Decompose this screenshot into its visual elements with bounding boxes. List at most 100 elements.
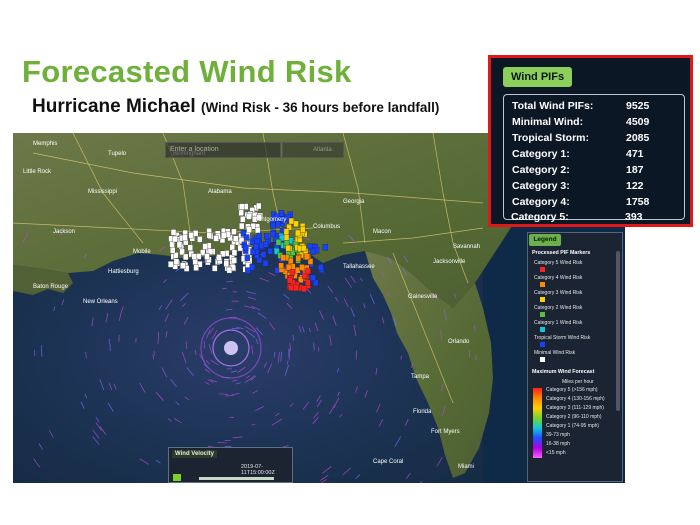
pif-marker <box>270 230 276 238</box>
map-place-label: Baton Rouge <box>33 284 69 290</box>
pif-label: Category 3: <box>512 180 570 192</box>
pif-marker <box>278 262 284 269</box>
time-slider[interactable] <box>199 477 274 480</box>
pif-marker <box>305 279 311 286</box>
legend-tab[interactable]: Legend <box>529 234 561 246</box>
pif-marker <box>193 264 199 271</box>
pif-marker <box>213 235 219 242</box>
pif-marker <box>322 244 329 251</box>
pif-label: Category 2: <box>512 164 570 176</box>
pif-marker <box>260 251 267 258</box>
wind-forecast-colorbar <box>533 388 542 458</box>
legend-pif-item-label: Category 1 Wind Risk <box>534 320 583 326</box>
pif-value: 187 <box>626 164 644 176</box>
pif-marker <box>288 257 294 265</box>
pif-marker <box>263 233 270 240</box>
legend-pif-item-label: Category 4 Wind Risk <box>534 275 583 281</box>
pif-marker <box>256 232 262 240</box>
map-place-label: Florida <box>413 409 432 415</box>
pif-value: 2085 <box>626 132 650 144</box>
legend-forecast-item: Category 2 (96-110 mph) <box>546 414 602 420</box>
search-options-box[interactable] <box>282 142 344 158</box>
map-place-label: Mississippi <box>88 189 117 195</box>
legend-pif-swatch <box>540 342 545 347</box>
pif-marker <box>206 232 212 239</box>
pif-marker <box>170 229 177 236</box>
play-icon[interactable] <box>173 474 181 481</box>
pif-marker <box>243 244 249 251</box>
pif-marker <box>226 266 233 274</box>
wind-streak <box>218 393 229 395</box>
wind-pifs-tab[interactable]: Wind PIFs <box>503 67 573 87</box>
pif-marker <box>253 243 259 250</box>
pif-row-tropical-storm: Tropical Storm: 2085 <box>512 132 676 148</box>
pif-marker <box>239 222 245 230</box>
map-place-label: Little Rock <box>23 169 52 175</box>
legend-forecast-item: 39-73 mph <box>546 432 570 438</box>
pif-marker <box>288 217 295 225</box>
pif-value: 393 <box>625 211 643 223</box>
pif-label: Minimal Wind: <box>512 116 584 128</box>
pif-marker <box>233 235 239 242</box>
pif-marker <box>245 267 251 274</box>
pif-marker <box>244 254 251 261</box>
pif-label: Total Wind PIFs: <box>512 100 594 112</box>
wind-velocity-timestamp: 2019-07-11T15:00:00Z <box>241 464 275 476</box>
map-place-label: Mobile <box>133 249 151 255</box>
legend-panel[interactable]: Legend Processed PIF Markers Category 5 … <box>527 232 623 482</box>
pif-marker <box>267 247 273 255</box>
pif-marker <box>204 253 210 260</box>
legend-scrollbar[interactable] <box>616 251 620 411</box>
map-place-label: New Orleans <box>83 299 118 305</box>
map-place-label: Orlando <box>448 339 470 345</box>
pif-marker <box>280 254 286 262</box>
wind-streak <box>411 362 413 369</box>
pif-marker <box>169 247 176 254</box>
wind-streak <box>273 351 276 358</box>
pif-label: Tropical Storm: <box>512 132 590 144</box>
pif-marker <box>238 209 244 216</box>
pif-row-category-4: Category 4: 1758 <box>512 196 676 212</box>
map-place-label: Jackson <box>53 229 75 235</box>
location-search-input[interactable]: Enter a location <box>165 142 281 158</box>
pif-marker <box>229 244 235 251</box>
pif-marker <box>278 210 285 217</box>
map-place-label: Macon <box>373 229 391 235</box>
pif-marker <box>270 222 276 229</box>
slide-subtitle: Hurricane Michael (Wind Risk - 36 hours … <box>32 96 439 118</box>
pif-marker <box>255 227 261 234</box>
map-place-label: Tupelo <box>108 151 127 157</box>
legend-forecast-unit: Miles per hour <box>562 379 594 385</box>
slide-title: Forecasted Wind Risk <box>22 54 352 89</box>
pif-marker <box>285 244 291 252</box>
pif-row-minimal: Minimal Wind: 4509 <box>512 116 676 132</box>
pif-marker <box>216 254 222 261</box>
pif-marker <box>187 244 193 251</box>
legend-forecast-item: <15 mph <box>546 450 566 456</box>
pif-marker <box>197 236 203 243</box>
legend-pif-swatch <box>540 357 545 362</box>
map-place-label: Georgia <box>343 199 365 205</box>
legend-forecast-item: Category 4 (130-156 mph) <box>546 396 605 402</box>
legend-forecast-heading: Maximum Wind Forecast <box>532 369 595 375</box>
legend-pif-item-label: Category 5 Wind Risk <box>534 260 583 266</box>
subtitle-main: Hurricane Michael <box>32 96 201 117</box>
map-place-label: Gainesville <box>408 294 438 300</box>
wind-velocity-tab[interactable]: Wind Velocity <box>172 450 217 458</box>
pif-marker <box>318 264 324 271</box>
pif-marker <box>240 216 246 223</box>
legend-pif-item-label: Category 2 Wind Risk <box>534 305 583 311</box>
pif-marker <box>244 234 250 241</box>
map-place-label: Fort Myers <box>431 429 460 435</box>
pif-marker <box>289 269 296 276</box>
map-place-label: Columbus <box>313 224 340 230</box>
pif-value: 122 <box>626 180 644 192</box>
legend-pif-swatch <box>540 282 545 287</box>
pif-marker <box>300 226 306 234</box>
wind-pifs-table: Total Wind PIFs: 9525 Minimal Wind: 4509 T… <box>503 94 685 220</box>
pif-value: 1758 <box>626 196 650 208</box>
pif-marker <box>283 228 290 235</box>
pif-marker <box>254 238 261 245</box>
subtitle-detail: (Wind Risk - 36 hours before landfall) <box>200 100 440 115</box>
pif-row-category-3: Category 3: 122 <box>512 180 676 196</box>
